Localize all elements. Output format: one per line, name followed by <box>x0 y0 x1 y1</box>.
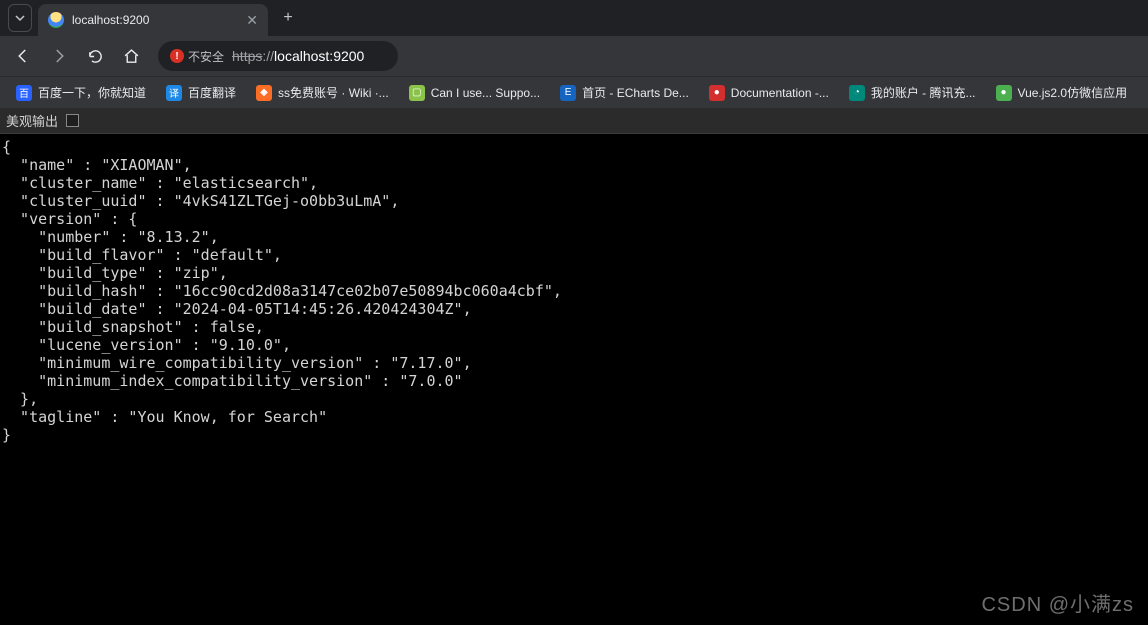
bookmark-item[interactable]: 百百度一下，你就知道 <box>10 80 152 105</box>
bookmark-label: ss免费账号 · Wiki ·... <box>278 84 389 101</box>
bookmark-favicon: E <box>560 85 576 101</box>
tab-title: localhost:9200 <box>72 13 238 27</box>
bookmark-favicon: ◆ <box>256 85 272 101</box>
pretty-print-checkbox[interactable] <box>66 114 79 127</box>
bookmark-item[interactable]: ● Documentation -... <box>703 81 835 105</box>
bookmark-favicon: 译 <box>166 85 182 101</box>
json-response-body: { "name" : "XIAOMAN", "cluster_name" : "… <box>0 134 1148 448</box>
bookmark-item[interactable]: 译百度翻译 <box>160 80 242 105</box>
bookmark-label: 百度翻译 <box>188 84 236 101</box>
bookmark-label: 我的账户 - 腾讯充... <box>871 84 976 101</box>
bookmark-item[interactable]: ▢ Can I use... Suppo... <box>403 81 546 105</box>
bookmark-item[interactable]: ◔ 我的账户 - 腾讯充... <box>843 80 982 105</box>
bookmark-favicon: 百 <box>16 85 32 101</box>
bookmark-item[interactable]: E 首页 - ECharts De... <box>554 80 695 105</box>
browser-tab[interactable]: localhost:9200 ✕ <box>38 4 268 36</box>
url-host: localhost:9200 <box>274 48 364 64</box>
url-display: https://localhost:9200 <box>232 48 364 64</box>
bookmarks-bar: 百百度一下，你就知道译百度翻译◆ss免费账号 · Wiki ·...▢Can I… <box>0 76 1148 108</box>
bookmark-item[interactable]: ● Vue.js2.0仿微信应用 <box>990 80 1134 105</box>
bookmark-label: 百度一下，你就知道 <box>38 84 146 101</box>
tab-close-icon[interactable]: ✕ <box>246 12 258 29</box>
forward-button[interactable] <box>44 41 74 71</box>
bookmark-label: Can I use... Suppo... <box>431 86 540 100</box>
home-button[interactable] <box>116 41 146 71</box>
tab-search-button[interactable] <box>8 4 32 32</box>
bookmark-favicon: ▢ <box>409 85 425 101</box>
watermark: CSDN @小满zs <box>981 588 1134 617</box>
bookmark-label: 首页 - ECharts De... <box>582 84 689 101</box>
reload-button[interactable] <box>80 41 110 71</box>
danger-icon: ! <box>170 49 184 63</box>
bookmark-favicon: ● <box>709 85 725 101</box>
bookmark-favicon: ● <box>996 85 1012 101</box>
pretty-print-label: 美观输出 <box>6 111 58 130</box>
not-secure-label: 不安全 <box>188 48 224 65</box>
bookmark-label: Vue.js2.0仿微信应用 <box>1018 84 1128 101</box>
bookmark-label: Documentation -... <box>731 86 829 100</box>
address-bar[interactable]: ! 不安全 https://localhost:9200 <box>158 41 398 71</box>
bookmark-overflow[interactable] <box>1141 81 1148 105</box>
url-scheme: https <box>232 48 262 64</box>
tab-favicon <box>48 12 64 28</box>
url-slashes: :// <box>262 48 274 64</box>
new-tab-button[interactable]: + <box>274 4 302 32</box>
bookmark-favicon: ◔ <box>849 85 865 101</box>
browser-toolbar: ! 不安全 https://localhost:9200 <box>0 36 1148 76</box>
bookmark-item[interactable]: ◆ ss免费账号 · Wiki ·... <box>250 80 395 105</box>
back-button[interactable] <box>8 41 38 71</box>
security-indicator[interactable]: ! 不安全 <box>170 48 224 65</box>
tab-strip: localhost:9200 ✕ + <box>0 0 1148 36</box>
pretty-print-bar: 美观输出 <box>0 108 1148 134</box>
